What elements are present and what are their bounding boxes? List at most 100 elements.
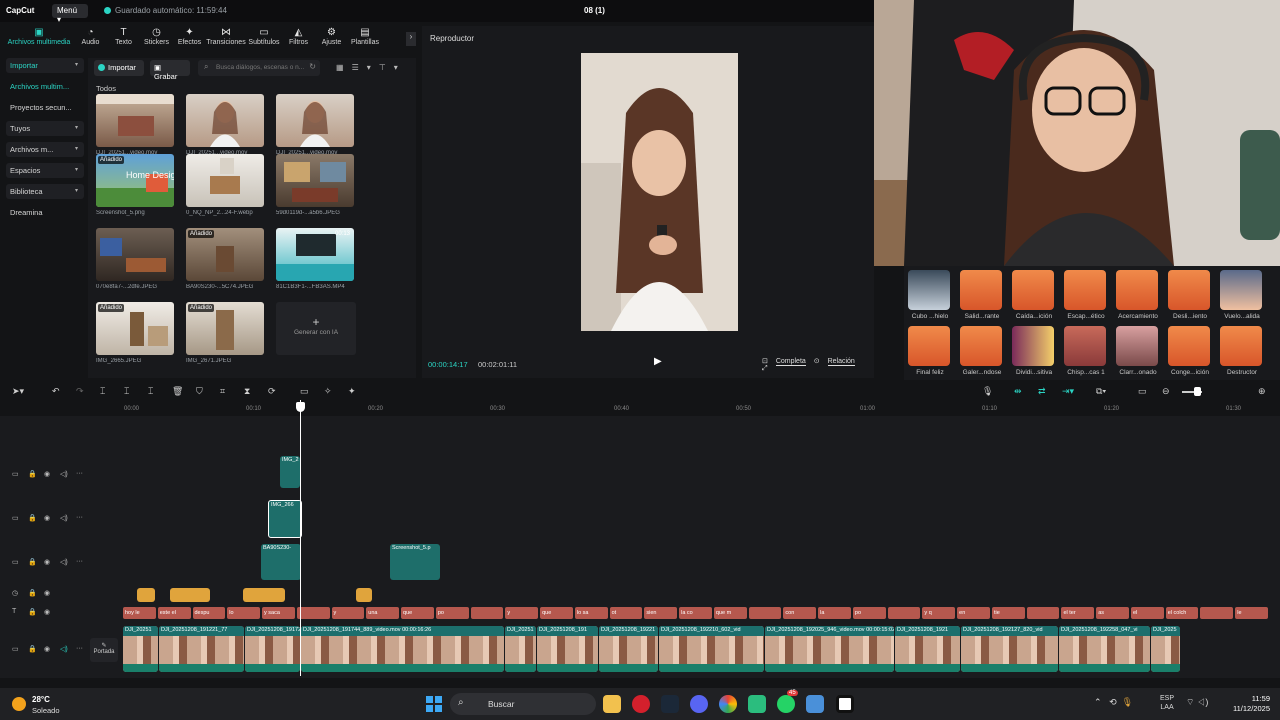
audio-icon[interactable]: ◁) (60, 514, 68, 522)
text-clip[interactable]: y (505, 607, 539, 619)
chevron-up-icon[interactable]: ⌃ (1094, 697, 1102, 707)
effect-item[interactable]: Desli...iento (1168, 270, 1212, 320)
import-button[interactable]: Importar (94, 60, 144, 76)
main-video-clip[interactable]: DJI_20251208_192127_820_vid (961, 626, 1058, 672)
effect-item[interactable]: Vuelo...alida (1220, 270, 1264, 320)
tab-stickers[interactable]: ◷ Stickers (140, 24, 173, 54)
menu-button[interactable]: Menú ▾ (52, 4, 88, 24)
snap-icon[interactable]: ⇹ (1014, 386, 1022, 397)
lock-icon[interactable]: 🔒 (28, 645, 37, 653)
media-item[interactable]: Home DesignAñadido Screenshot_5.png (96, 154, 174, 216)
effect-item[interactable]: Destructor (1220, 326, 1264, 376)
discord-icon[interactable] (690, 695, 708, 713)
main-video-clip[interactable]: DJI_20251208_191744_889_video.mov 00:00:… (301, 626, 504, 672)
microphone-icon[interactable]: 🎙 (1122, 697, 1133, 707)
main-video-clip[interactable]: DJI_20251208_191 (537, 626, 598, 672)
text-clip[interactable]: y saca (262, 607, 295, 619)
main-video-clip[interactable]: DJI_20251208_19221 (599, 626, 658, 672)
text-clip[interactable]: ot (609, 607, 643, 619)
effect-item[interactable]: Final feliz (908, 326, 952, 376)
rotate-icon[interactable]: ⟳ (268, 386, 276, 397)
fullscreen-icon[interactable]: ⤢ (762, 365, 768, 372)
shield-icon[interactable]: ⛉ (196, 386, 203, 397)
eye-icon[interactable]: ◉ (44, 608, 50, 616)
text-clip[interactable]: con (783, 607, 817, 619)
ai-icon[interactable]: ✦ (348, 386, 356, 397)
sort-icon[interactable]: ☰▾ (352, 63, 379, 72)
tab-media[interactable]: ▣ Archivos multimedia (4, 24, 74, 54)
more-tabs-chevron-icon[interactable]: › (406, 32, 416, 46)
lock-icon[interactable]: 🔒 (28, 470, 37, 478)
text-clip[interactable]: este el (157, 607, 191, 619)
chrome-icon[interactable] (719, 695, 737, 713)
lock-icon[interactable]: 🔒 (28, 608, 37, 616)
effect-item[interactable]: Galer...ndose (960, 326, 1004, 376)
microphone-icon[interactable]: 🎙 (982, 386, 993, 397)
fit-icon[interactable]: ⊡ (762, 358, 768, 365)
text-clip[interactable]: el ter (1061, 607, 1095, 619)
audio-icon[interactable]: ◁) (60, 645, 68, 653)
zoom-slider-handle[interactable] (1194, 387, 1201, 396)
taskbar-search[interactable]: ⌕ Buscar (450, 693, 596, 715)
media-item[interactable]: DJI_20251...video.mov (276, 94, 354, 156)
effect-item[interactable]: Caída...ición (1012, 270, 1056, 320)
eye-icon[interactable]: ◉ (44, 558, 50, 566)
select-cursor-icon[interactable]: ➤▾ (12, 386, 24, 397)
sidebar-item-spaces[interactable]: Espacios ▾ (6, 163, 84, 178)
video-preview[interactable] (581, 53, 738, 331)
zoom-in-icon[interactable]: ⊕ (1258, 386, 1266, 397)
text-clip[interactable]: la (818, 607, 851, 619)
tab-audio[interactable]: ◔ Audio (74, 24, 107, 54)
media-item[interactable]: DJI_20251...video.mov (186, 94, 264, 156)
main-video-clip[interactable]: DJI_20251 (505, 626, 536, 672)
filter-icon[interactable]: ⊤▾ (379, 63, 406, 72)
media-item[interactable]: Añadido IMG_2671.JPEG (186, 302, 264, 364)
split-screen-icon[interactable]: ⧉▾ (1096, 386, 1106, 397)
tab-filters[interactable]: ◭ Filtros (282, 24, 315, 54)
eye-icon[interactable]: ◉ (44, 645, 50, 653)
play-icon[interactable]: ▶ (654, 356, 662, 367)
tab-transitions[interactable]: ⋈ Transiciones (206, 24, 246, 54)
tab-effects[interactable]: ✦ Efectos (173, 24, 206, 54)
redo-icon[interactable]: ↷ (76, 386, 84, 397)
capcut-taskbar-icon[interactable] (836, 695, 854, 713)
media-item[interactable]: DJI_20251...video.mov (96, 94, 174, 156)
tab-templates[interactable]: ▤ Plantillas (348, 24, 382, 54)
overlay-clip[interactable]: IMG_2 (280, 456, 300, 488)
language-indicator[interactable]: ESP LAA (1160, 694, 1174, 712)
text-clip[interactable] (1200, 607, 1234, 619)
overlay-clip[interactable]: Screenshot_5.p (390, 544, 440, 580)
main-video-clip[interactable]: DJI_2025 (1151, 626, 1180, 672)
text-clip[interactable] (296, 607, 330, 619)
sidebar-item-sub-projects[interactable]: Proyectos secun... (6, 100, 84, 115)
media-item[interactable]: 59d0119d-...a5b6.JPEG (276, 154, 354, 216)
sidebar-item-library[interactable]: Biblioteca ▾ (6, 184, 84, 199)
text-clip[interactable] (1026, 607, 1060, 619)
caption-icon[interactable]: ▭ (1138, 386, 1147, 397)
generate-ai-button[interactable]: + Generar con IA (276, 302, 356, 355)
split-left-icon[interactable]: ⌶ (124, 386, 129, 397)
zoom-out-icon[interactable]: ⊖ (1162, 386, 1170, 397)
audio-icon[interactable]: ◁) (60, 470, 68, 478)
steam-icon[interactable] (661, 695, 679, 713)
media-item[interactable]: Añadido BA90S230-...5C74.JPEG (186, 228, 264, 290)
record-button[interactable]: ▣ Grabar (150, 60, 190, 81)
whatsapp-icon[interactable]: 45 (777, 690, 798, 713)
volume-icon[interactable]: ⌔ ◁) (1186, 697, 1208, 708)
text-clip[interactable]: la co (679, 607, 712, 619)
text-clip[interactable]: po (435, 607, 469, 619)
main-video-clip[interactable]: DJI_20251208_192210_602_vid (659, 626, 764, 672)
more-icon[interactable]: ··· (76, 470, 83, 477)
text-clip[interactable]: y (331, 607, 365, 619)
media-item[interactable]: 00:13 81C1B3F1-...FB3AS.MP4 (276, 228, 354, 290)
effect-item[interactable]: Clarr...onado (1116, 326, 1160, 376)
media-search-input[interactable]: ⌕ Busca diálogos, escenas o n... ↻ (198, 60, 320, 76)
main-video-clip[interactable]: DJI_20251 (123, 626, 158, 672)
audio-icon[interactable]: ◁) (60, 558, 68, 566)
opera-icon[interactable] (632, 695, 650, 713)
text-clip[interactable]: lo sa (574, 607, 608, 619)
sticker-clip[interactable] (137, 588, 155, 602)
photos-icon[interactable] (806, 695, 824, 713)
main-video-clip[interactable]: DJI_20251208_191729_04 (245, 626, 300, 672)
split-right-icon[interactable]: ⌶ (148, 386, 153, 397)
